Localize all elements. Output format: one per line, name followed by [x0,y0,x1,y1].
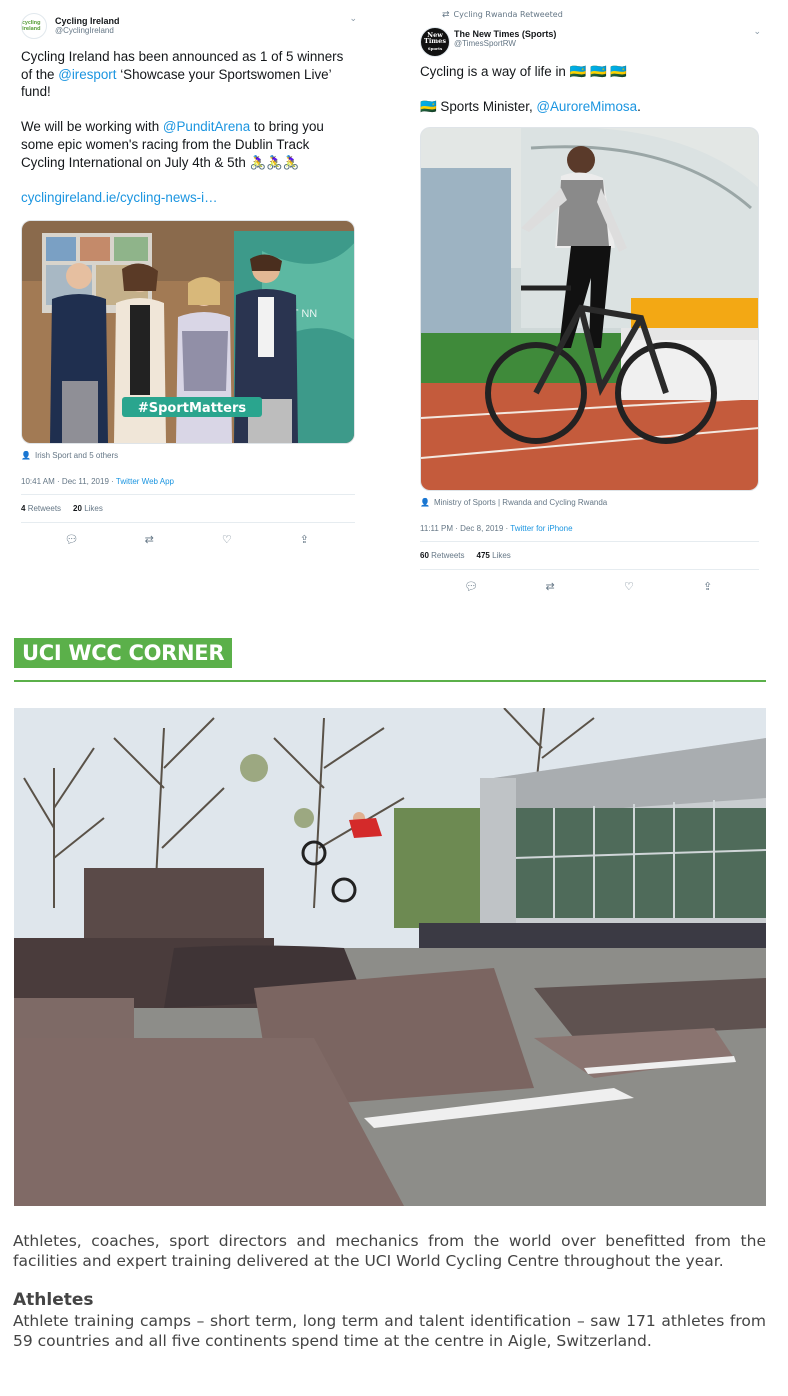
mention-link[interactable]: @AuroreMimosa [536,99,637,114]
tweet-author-handle[interactable]: @TimesSportRW [454,39,767,48]
paragraph-athletes: Athlete training camps – short term, lon… [13,1312,766,1350]
tweet-author-name[interactable]: The New Times (Sports) [454,21,767,39]
bmx-park-photo [14,708,766,1206]
tweet-photo[interactable]: RT NN #SportMatters [21,220,355,445]
section-title: UCI WCC CORNER [14,638,233,668]
tweet-text-part: . [637,99,641,115]
tweet-actions: 💬︎ ⇄ ♡ ⇪ [412,570,767,593]
tagged-users[interactable]: 👤 Ministry of Sports | Rwanda and Cycling… [412,491,767,507]
retweets-count[interactable]: 4 [21,504,25,513]
heart-icon[interactable]: ♡ [212,533,242,546]
heading-athletes: Athletes [13,1290,94,1310]
person-icon: 👤 [420,497,430,507]
tweet-text-part: 🇷🇼 Sports Minister, [420,99,537,115]
avatar-logo: cycling ireland [22,20,41,32]
tweet-header: cycling ireland Cycling Ireland @Cycling… [13,8,363,44]
avatar[interactable]: cycling ireland [21,13,47,39]
retweeted-by[interactable]: ⇄ Cycling Rwanda Retweeted [412,8,767,21]
retweets-label[interactable]: Retweets [431,551,464,560]
tweet-text-part: We will be working with [21,119,163,135]
tweet-stats: 60 Retweets 475 Likes [420,542,759,570]
avatar[interactable]: New Times Sports [420,27,450,57]
retweets-count[interactable]: 60 [420,551,429,560]
chevron-down-icon[interactable]: ⌄ [349,14,357,24]
likes-count[interactable]: 475 [477,551,490,560]
reply-icon[interactable]: 💬︎ [456,580,486,593]
tweet-new-times-sports: ⇄ Cycling Rwanda Retweeted New Times Sports… [412,8,767,593]
avatar-text: Sports [427,45,443,51]
heart-icon[interactable]: ♡ [614,580,644,593]
share-icon[interactable]: ⇪ [693,580,723,593]
tweet-timestamp: 10:41 AM · Dec 11, 2019 · Twitter Web Ap… [21,460,355,496]
tweet-timestamp: 11:11 PM · Dec 8, 2019 · Twitter for iPh… [420,507,759,542]
tweet-stats: 4 Retweets 20 Likes [21,495,355,524]
person-icon: 👤 [21,451,31,461]
tweet-text-line: Cycling is a way of life in 🇷🇼 🇷🇼 🇷🇼 [420,64,628,79]
timestamp-text[interactable]: 11:11 PM · Dec 8, 2019 · [420,524,510,533]
likes-count[interactable]: 20 [73,504,82,513]
paragraph-intro: Athletes, coaches, sport directors and m… [13,1232,766,1270]
url-link[interactable]: cyclingireland.ie/cycling-news-i… [21,190,217,205]
avatar-text: Times [424,37,446,46]
source-link[interactable]: Twitter for iPhone [510,524,572,533]
mention-link[interactable]: @PunditArena [163,119,250,134]
photo-banner-text: #SportMatters [138,401,246,416]
tagged-text: Irish Sport and 5 others [34,451,119,461]
likes-label[interactable]: Likes [84,504,103,513]
retweeted-by-text: Cycling Rwanda Retweeted [453,10,563,19]
tweet-photo[interactable] [420,126,759,491]
tweet-header: New Times Sports The New Times (Sports) @T… [412,21,767,59]
tagged-users[interactable]: 👤 Irish Sport and 5 others [13,444,363,460]
likes-label[interactable]: Likes [492,551,511,560]
tagged-text: Ministry of Sports | Rwanda and Cycling … [433,497,608,507]
tweet-text: Cycling Ireland has been announced as 1 … [13,44,363,206]
tweet-author-handle[interactable]: @CyclingIreland [55,26,363,35]
tweet-cycling-ireland: cycling ireland Cycling Ireland @Cycling… [13,8,363,547]
reply-icon[interactable]: 💬︎ [57,533,87,546]
mention-link[interactable]: @iresport [58,67,116,82]
tweet-text: Cycling is a way of life in 🇷🇼 🇷🇼 🇷🇼 🇷🇼 … [412,59,767,116]
retweet-icon[interactable]: ⇄ [134,533,164,546]
timestamp-text[interactable]: 10:41 AM · Dec 11, 2019 · [21,477,116,486]
retweet-icon: ⇄ [442,10,450,20]
tweet-actions: 💬︎ ⇄ ♡ ⇪ [13,523,363,546]
source-link[interactable]: Twitter Web App [116,477,174,486]
retweets-label[interactable]: Retweets [28,504,61,513]
section-divider [14,680,766,682]
retweet-icon[interactable]: ⇄ [535,580,565,593]
chevron-down-icon[interactable]: ⌄ [753,27,761,37]
share-icon[interactable]: ⇪ [289,533,319,546]
tweet-author-name[interactable]: Cycling Ireland [55,8,363,26]
